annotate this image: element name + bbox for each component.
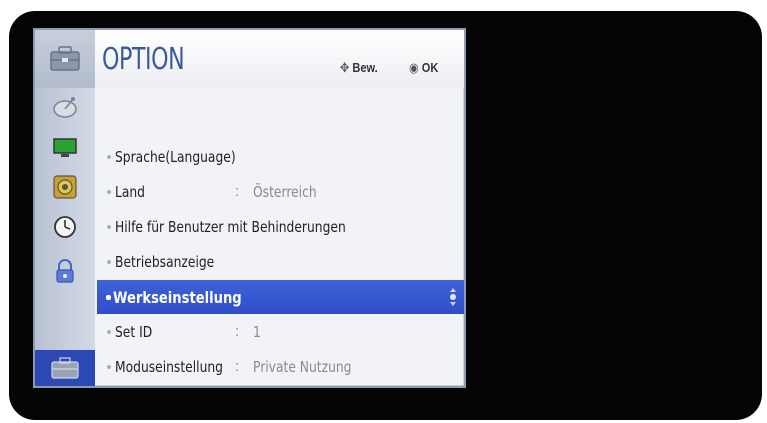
satellite-dish-icon[interactable] [51, 94, 79, 120]
menu-header: OPTION ✥ Bew. ◉ OK [35, 30, 464, 88]
menu-item-language[interactable]: Sprache(Language) [95, 140, 464, 174]
menu-item-power-indicator[interactable]: Betriebsanzeige [95, 245, 464, 279]
bullet-icon [107, 260, 111, 264]
bullet-icon [106, 295, 111, 300]
bullet-icon [107, 225, 111, 229]
bullet-icon [107, 365, 111, 369]
lock-icon[interactable] [51, 258, 79, 284]
separator-colon: : [235, 358, 240, 375]
separator-colon: : [235, 183, 240, 200]
menu-item-value: 1 [253, 323, 261, 341]
bullet-icon [107, 330, 111, 334]
menu-item-label: Sprache(Language) [115, 148, 236, 166]
sidebar-item-option-active[interactable] [35, 350, 95, 386]
menu-item-label: Set ID [115, 323, 153, 341]
menu-list: Sprache(Language) Land : Österreich Hilf… [95, 88, 464, 386]
menu-item-mode-setting[interactable]: Moduseinstellung : Private Nutzung [95, 350, 464, 384]
dpad-icon: ✥ [340, 60, 350, 75]
category-sidebar [35, 88, 95, 386]
header-icon-box [35, 30, 95, 88]
menu-item-set-id[interactable]: Set ID : 1 [95, 315, 464, 349]
menu-item-label: Hilfe für Benutzer mit Behinderungen [115, 218, 346, 236]
page-title: OPTION [102, 42, 185, 77]
ok-hint-label: OK [421, 60, 439, 75]
move-hint: ✥ Bew. [340, 60, 378, 76]
menu-item-label: Moduseinstellung [115, 358, 223, 376]
tv-screen: OPTION ✥ Bew. ◉ OK Sprache(Language) Lan… [9, 11, 762, 420]
option-menu-panel: OPTION ✥ Bew. ◉ OK Sprache(Language) Lan… [33, 28, 466, 388]
monitor-icon[interactable] [51, 134, 79, 160]
clock-icon[interactable] [51, 214, 79, 240]
ok-button-icon: ◉ [409, 60, 419, 75]
menu-item-value: Österreich [253, 183, 317, 201]
ok-hint: ◉ OK [409, 60, 438, 76]
menu-item-label: Betriebsanzeige [115, 253, 215, 271]
move-hint-label: Bew. [352, 60, 378, 75]
menu-item-accessibility[interactable]: Hilfe für Benutzer mit Behinderungen [95, 210, 464, 244]
menu-item-label: Land [115, 183, 145, 201]
menu-item-country[interactable]: Land : Österreich [95, 175, 464, 209]
speaker-icon[interactable] [51, 174, 79, 200]
bullet-icon [107, 155, 111, 159]
bullet-icon [107, 190, 111, 194]
toolbox-icon [50, 46, 80, 71]
toolbox-icon [51, 357, 79, 379]
separator-colon: : [235, 323, 240, 340]
enter-indicator-icon [448, 287, 458, 307]
menu-item-factory-reset[interactable]: Werkseinstellung [97, 280, 464, 314]
menu-item-value: Private Nutzung [253, 358, 352, 376]
menu-item-label: Werkseinstellung [113, 288, 242, 307]
